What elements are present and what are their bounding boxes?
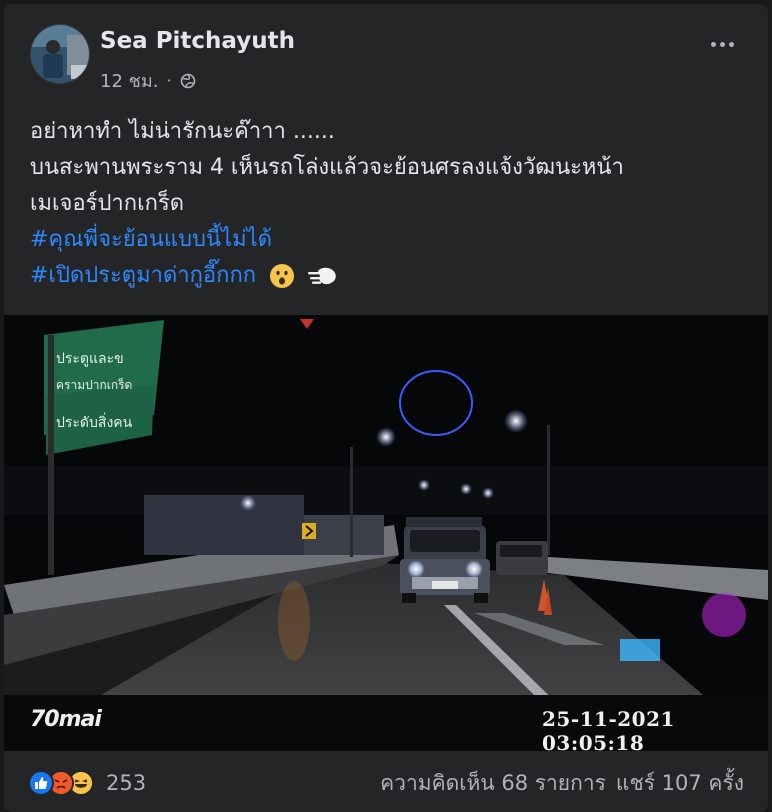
dash-emoji (308, 267, 336, 285)
post-time[interactable]: 12 ชม. (100, 66, 158, 95)
post-text-line: บนสะพานพระราม 4 เห็นรถโล่งแล้วจะย้อนศรลง… (30, 155, 624, 180)
author-avatar[interactable] (30, 24, 90, 84)
hashtag-link[interactable]: #เปิดประตูมาด่ากูอี๊กกก (30, 263, 256, 288)
more-options-icon[interactable] (704, 34, 740, 54)
like-reaction-icon (28, 770, 54, 796)
dashcam-brand: 70mai (30, 707, 102, 732)
dashcam-timestamp: 25-11-2021 03:05:18 (542, 707, 675, 751)
post-stats: 253 ความคิดเห็น 68 รายการ แชร์ 107 ครั้ง (4, 754, 768, 812)
dashcam-video[interactable]: ประตูและข ครามปากเกร็ด ประดับสิ่งคน 70ma… (4, 315, 768, 751)
author-name[interactable]: Sea Pitchayuth (100, 28, 295, 54)
globe-icon[interactable] (180, 73, 196, 89)
reactions-summary[interactable] (28, 770, 94, 796)
comments-count[interactable]: ความคิดเห็น 68 รายการ (380, 767, 606, 800)
avatar-image (31, 25, 89, 83)
post-text-line: เมเจอร์ปากเกร็ด (30, 191, 185, 216)
sign-text: ประดับสิ่งคน (56, 413, 133, 431)
open-mouth-emoji (270, 264, 295, 288)
post-text-line: อย่าหาทำ ไม่น่ารักนะค๊าาา ...... (30, 119, 335, 144)
post-meta: 12 ชม. · (100, 66, 196, 95)
reaction-count[interactable]: 253 (106, 771, 146, 795)
dashcam-frame: ประตูและข ครามปากเกร็ด ประดับสิ่งคน (4, 315, 768, 751)
post-text: อย่าหาทำ ไม่น่ารักนะค๊าาา ...... บนสะพาน… (30, 114, 750, 294)
shares-count[interactable]: แชร์ 107 ครั้ง (616, 767, 744, 800)
meta-separator: · (166, 71, 172, 90)
sign-text: ครามปากเกร็ด (56, 377, 132, 392)
hashtag-link[interactable]: #คุณพี่จะย้อนแบบนี้ไม่ได้ (30, 222, 750, 258)
post-card: Sea Pitchayuth 12 ชม. · อย่าหาทำ ไม่น่าร… (4, 4, 768, 812)
sign-text: ประตูและข (56, 351, 124, 367)
